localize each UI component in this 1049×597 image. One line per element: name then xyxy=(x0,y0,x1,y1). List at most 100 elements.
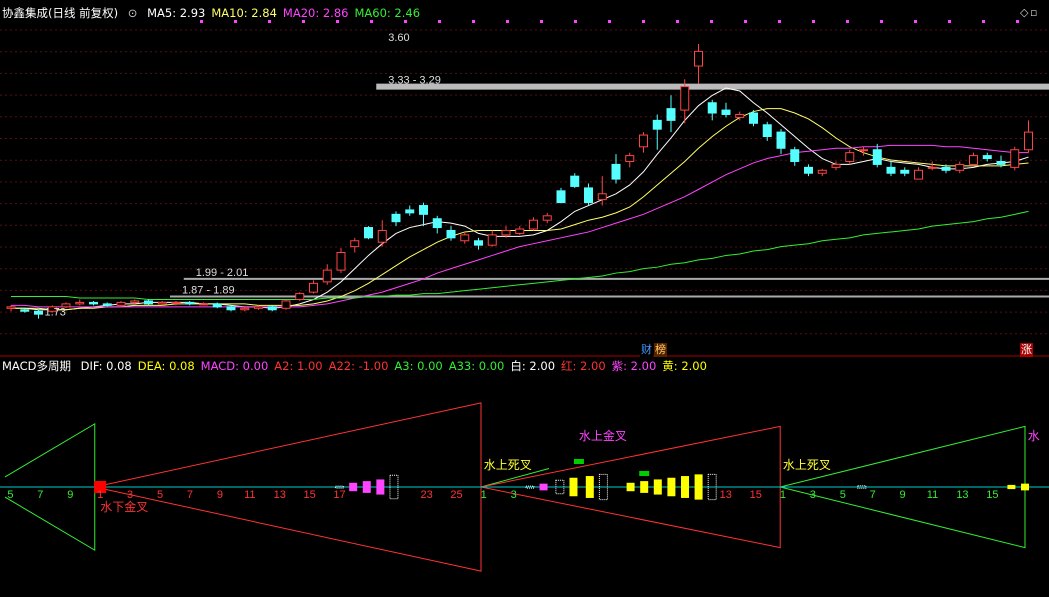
counter-label: 9 xyxy=(900,489,906,501)
candle[interactable] xyxy=(460,231,470,244)
candle[interactable] xyxy=(666,95,676,133)
candle[interactable] xyxy=(75,299,85,306)
candle[interactable] xyxy=(6,305,16,312)
signal-dot xyxy=(642,20,645,23)
candle[interactable] xyxy=(281,299,291,310)
candle[interactable] xyxy=(364,226,373,240)
candle-body xyxy=(254,306,263,309)
candle[interactable] xyxy=(350,237,360,253)
price-annotation: 1.87 - 1.89 xyxy=(182,285,235,297)
candle[interactable] xyxy=(955,161,965,174)
candle[interactable] xyxy=(34,309,43,319)
candle[interactable] xyxy=(639,132,648,153)
candle[interactable] xyxy=(295,292,305,301)
indicator-value-9: 紫: 2.00 xyxy=(611,359,657,373)
badge-finance[interactable]: 财 xyxy=(640,343,653,357)
candle[interactable] xyxy=(446,226,456,241)
candle[interactable] xyxy=(542,212,552,224)
candle[interactable] xyxy=(900,167,910,177)
candle[interactable] xyxy=(927,161,937,171)
candle[interactable] xyxy=(212,302,222,309)
candle-body xyxy=(199,303,208,306)
price-legend: 协鑫集成(日线 前复权) ⊙ MA5: 2.93 MA10: 2.84 MA20: … xyxy=(2,5,432,21)
candle[interactable] xyxy=(322,264,332,285)
cross-marker xyxy=(639,471,650,476)
candle[interactable] xyxy=(804,164,813,177)
candle[interactable] xyxy=(185,300,195,306)
candle[interactable] xyxy=(886,161,896,177)
candle[interactable] xyxy=(432,215,442,234)
candle[interactable] xyxy=(859,146,868,156)
candle[interactable] xyxy=(267,305,277,312)
candle[interactable] xyxy=(405,205,415,216)
candle-body xyxy=(666,108,676,121)
price-panel[interactable]: 3.60 3.33 - 3.29 1.99 - 2.01 1.87 - 1.89 1.7… xyxy=(6,32,1049,319)
settings-icon[interactable]: ⊙ xyxy=(128,6,138,20)
candle[interactable] xyxy=(377,220,387,247)
counter-label: 15 xyxy=(986,489,998,501)
counter-label: 1 xyxy=(481,489,487,501)
candle[interactable] xyxy=(144,299,153,306)
candle-body xyxy=(240,307,250,311)
macd-bar xyxy=(376,479,385,495)
candle[interactable] xyxy=(336,248,346,274)
candle-body xyxy=(790,149,800,162)
candle-body xyxy=(542,215,552,221)
candle[interactable] xyxy=(116,300,126,307)
candle-body xyxy=(446,229,456,239)
candle[interactable] xyxy=(611,154,621,184)
indicator-value-10: 黄: 2.00 xyxy=(662,359,707,373)
candle[interactable] xyxy=(570,173,580,188)
candle[interactable] xyxy=(652,114,662,150)
counter-label: 15 xyxy=(750,489,762,501)
candle[interactable] xyxy=(89,300,98,306)
candle[interactable] xyxy=(171,300,181,306)
counter-label: 25 xyxy=(450,489,462,501)
candle[interactable] xyxy=(694,44,703,84)
candle[interactable] xyxy=(790,146,800,166)
candle-body xyxy=(804,166,813,174)
candle[interactable] xyxy=(102,302,112,307)
candle[interactable] xyxy=(226,305,236,312)
cross-marker xyxy=(573,459,584,464)
candle-body xyxy=(350,240,360,248)
candle[interactable] xyxy=(529,217,538,231)
candle[interactable] xyxy=(515,226,525,235)
window-controls[interactable]: ▫ xyxy=(1030,6,1037,19)
signal-dot xyxy=(778,20,781,23)
candle[interactable] xyxy=(872,143,882,168)
candle[interactable] xyxy=(240,306,250,312)
badge-list[interactable]: 榜 xyxy=(654,343,667,357)
candle[interactable] xyxy=(419,202,428,227)
candle[interactable] xyxy=(969,152,978,166)
candle[interactable] xyxy=(254,305,263,310)
candle[interactable] xyxy=(1010,146,1020,171)
candle[interactable] xyxy=(625,152,635,168)
candle-body xyxy=(75,301,85,305)
stock-chart[interactable]: 3.60 3.33 - 3.29 1.99 - 2.01 1.87 - 1.89 1.7… xyxy=(0,0,1049,597)
counter-label: 7 xyxy=(187,489,193,501)
candle[interactable] xyxy=(817,168,827,177)
candle[interactable] xyxy=(776,129,786,155)
cross-event-label: 水上死叉 xyxy=(783,458,831,472)
candle-body xyxy=(831,163,841,168)
candle[interactable] xyxy=(309,280,318,294)
candle[interactable] xyxy=(487,230,497,247)
candle-body xyxy=(570,175,580,187)
candle[interactable] xyxy=(721,102,731,118)
candle[interactable] xyxy=(391,211,401,227)
candle[interactable] xyxy=(556,187,566,204)
price-annotation: 3.60 xyxy=(388,32,409,44)
collapse-icon[interactable]: ◇ xyxy=(1020,6,1028,19)
candle[interactable] xyxy=(914,167,923,180)
candle[interactable] xyxy=(845,149,855,165)
counter-label: 5 xyxy=(840,489,846,501)
macd-panel[interactable]: 5 7 9 1 3 5 7 9 11 13 15 17 23 25 1 3 13 15 1 3 5 7 9 11 13 15水下金… xyxy=(0,402,1049,572)
candle[interactable] xyxy=(199,302,208,306)
macd-bar xyxy=(539,483,548,491)
candle[interactable] xyxy=(584,183,593,206)
candle-body xyxy=(295,293,305,300)
candle[interactable] xyxy=(1024,120,1033,153)
badge-limit-up[interactable]: 涨 xyxy=(1020,343,1033,357)
candle[interactable] xyxy=(474,237,483,250)
